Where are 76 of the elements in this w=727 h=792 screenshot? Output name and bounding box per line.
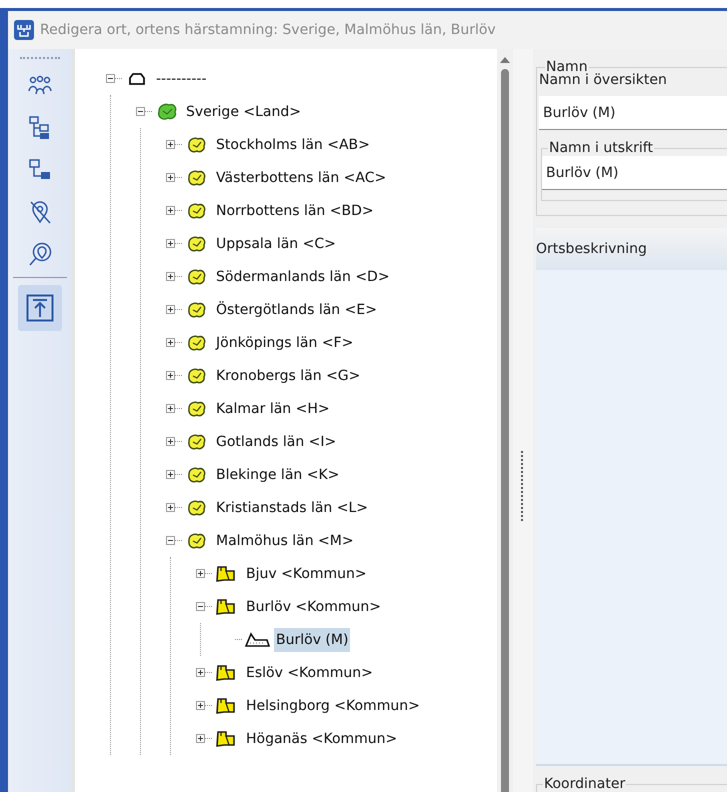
- region-icon: [187, 466, 207, 484]
- expander[interactable]: [166, 140, 175, 149]
- expander[interactable]: [166, 470, 175, 479]
- region-icon: [187, 532, 207, 550]
- expander[interactable]: [196, 668, 205, 677]
- expander[interactable]: [166, 338, 175, 347]
- overview-name-field[interactable]: Burlöv (M): [539, 96, 727, 130]
- scrollbar-thumb[interactable]: [501, 69, 509, 792]
- expander[interactable]: [166, 437, 175, 446]
- expander[interactable]: [196, 701, 205, 710]
- splitter-handle[interactable]: [521, 450, 525, 520]
- tree-item[interactable]: Kronobergs län <G>: [214, 364, 362, 388]
- expander[interactable]: [166, 536, 175, 545]
- window-title: Redigera ort, ortens härstamning: Sverige, Malmöhus län, Burlöv: [40, 22, 496, 38]
- hierarchy-icon: [29, 116, 51, 140]
- tree-item[interactable]: Stockholms län <AB>: [214, 132, 372, 156]
- tree-item[interactable]: Burlöv (M): [274, 628, 350, 652]
- location-search-icon: [28, 242, 52, 266]
- region-icon: [187, 400, 207, 418]
- tree-item[interactable]: Kalmar län <H>: [214, 396, 332, 420]
- move-to-top-icon: [26, 294, 54, 322]
- expander[interactable]: [166, 371, 175, 380]
- print-name-field[interactable]: Burlöv (M): [542, 156, 727, 190]
- field-label: Namn i översikten: [539, 72, 668, 88]
- branch-icon: [29, 159, 51, 181]
- region-icon: [187, 268, 207, 286]
- tree-item[interactable]: Uppsala län <C>: [214, 232, 338, 256]
- people-icon: [27, 75, 53, 97]
- expander[interactable]: [166, 503, 175, 512]
- expander[interactable]: [166, 239, 175, 248]
- drawer-icon: [128, 72, 146, 84]
- tree-item[interactable]: Västerbottens län <AC>: [214, 166, 388, 190]
- region-icon: [187, 202, 207, 220]
- tree-item[interactable]: Burlöv <Kommun>: [244, 594, 383, 618]
- tree-item[interactable]: Sverige <Land>: [184, 100, 303, 124]
- region-icon: [187, 168, 207, 186]
- section-heading: Ortsbeskrivning: [536, 241, 647, 257]
- scroll-up-arrow-icon[interactable]: [500, 57, 510, 63]
- tree-item[interactable]: Eslöv <Kommun>: [244, 660, 375, 684]
- tree-item[interactable]: Jönköpings län <F>: [214, 330, 356, 354]
- expander[interactable]: [196, 734, 205, 743]
- region-icon: [187, 300, 207, 318]
- group-legend: Koordinater: [543, 776, 626, 792]
- tree-item[interactable]: Östergötlands län <E>: [214, 298, 379, 322]
- tree-item[interactable]: Bjuv <Kommun>: [244, 562, 369, 586]
- tree-item[interactable]: Kristianstads län <L>: [214, 496, 370, 520]
- app-icon: [14, 20, 34, 40]
- pin-off-icon: [29, 200, 51, 224]
- region-icon: [187, 432, 207, 450]
- region-icon: [156, 102, 178, 122]
- tree-item[interactable]: Malmöhus län <M>: [214, 528, 356, 552]
- place-icon: [244, 632, 270, 648]
- expander[interactable]: [136, 107, 145, 116]
- expander[interactable]: [196, 569, 205, 578]
- expander[interactable]: [166, 272, 175, 281]
- region-icon: [187, 234, 207, 252]
- expander[interactable]: [196, 602, 205, 611]
- expander[interactable]: [106, 74, 115, 83]
- region-icon: [187, 498, 207, 516]
- tree-item[interactable]: ----------: [154, 66, 209, 90]
- tree-item[interactable]: Höganäs <Kommun>: [244, 726, 400, 750]
- tree-item[interactable]: Helsingborg <Kommun>: [244, 694, 422, 718]
- expander[interactable]: [166, 305, 175, 314]
- tree-item[interactable]: Norrbottens län <BD>: [214, 198, 376, 222]
- toolbar-button[interactable]: [18, 285, 62, 331]
- region-icon: [187, 136, 207, 154]
- tree-item[interactable]: Blekinge län <K>: [214, 462, 342, 486]
- group-legend: Namn i utskrift: [548, 140, 654, 156]
- group-legend: Namn: [545, 59, 589, 75]
- region-icon: [187, 366, 207, 384]
- region-icon: [187, 334, 207, 352]
- expander[interactable]: [166, 173, 175, 182]
- tree-item[interactable]: Gotlands län <I>: [214, 430, 338, 454]
- tree-item[interactable]: Södermanlands län <D>: [214, 264, 392, 288]
- expander[interactable]: [166, 206, 175, 215]
- expander[interactable]: [166, 404, 175, 413]
